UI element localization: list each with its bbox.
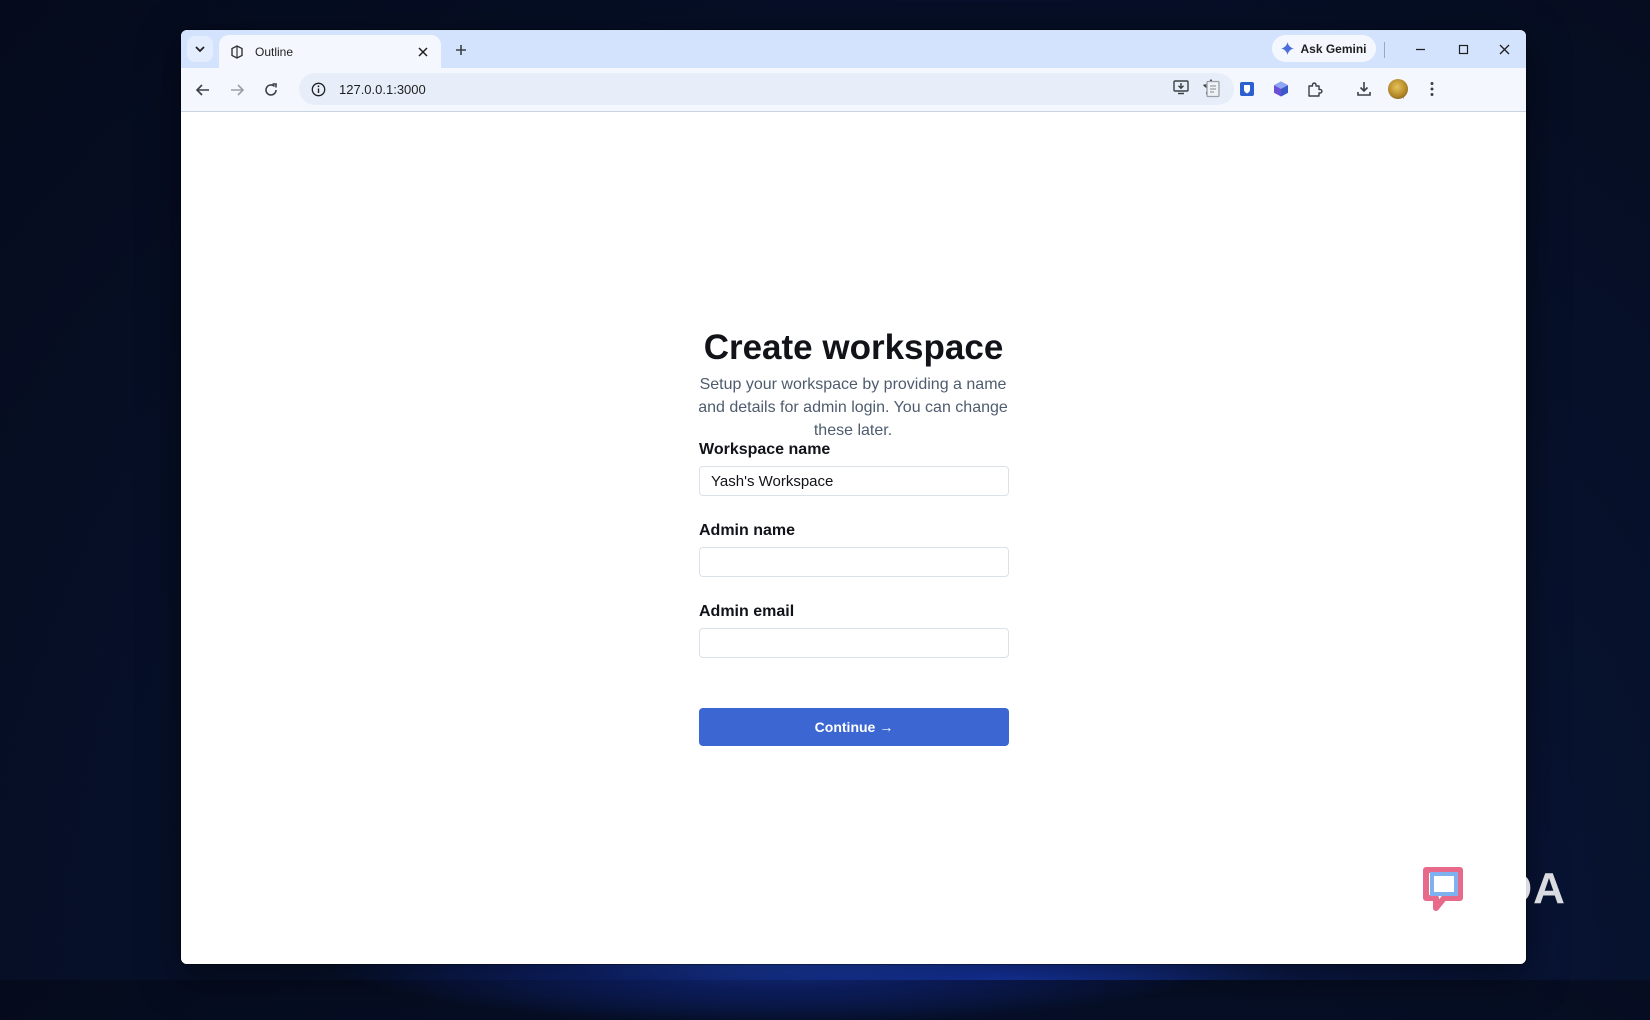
maximize-icon <box>1458 44 1468 54</box>
arrow-right-icon: → <box>879 719 894 735</box>
divider <box>1384 42 1385 58</box>
install-app-icon[interactable] <box>1172 78 1190 101</box>
admin-name-input[interactable] <box>699 547 1009 577</box>
site-info-icon[interactable] <box>309 80 327 98</box>
browser-toolbar: 127.0.0.1:3000 <box>181 68 1526 112</box>
continue-label: Continue <box>814 719 876 735</box>
page-subtitle: Setup your workspace by providing a name… <box>698 376 1008 439</box>
gemini-sparkle-icon <box>1281 42 1295 55</box>
download-icon[interactable] <box>1352 77 1376 101</box>
extension-cube-icon[interactable] <box>1269 77 1293 101</box>
reading-mode-icon[interactable] <box>1201 77 1225 101</box>
url-text: 127.0.0.1:3000 <box>339 81 426 97</box>
plus-icon <box>456 45 466 55</box>
outline-logo-icon <box>229 44 245 60</box>
more-vertical-icon <box>1430 82 1434 96</box>
xda-text: XDA <box>1470 864 1566 913</box>
ask-gemini-label: Ask Gemini <box>1300 41 1367 56</box>
back-button[interactable] <box>189 76 217 104</box>
arrow-left-icon <box>195 84 209 96</box>
arrow-right-icon <box>231 84 245 96</box>
tab-title: Outline <box>255 44 294 59</box>
admin-email-label: Admin email <box>699 603 795 620</box>
maximize-button[interactable] <box>1443 36 1483 62</box>
close-window-button[interactable] <box>1484 36 1524 62</box>
admin-email-input[interactable] <box>699 628 1009 658</box>
forward-button[interactable] <box>223 76 251 104</box>
minimize-icon <box>1415 48 1425 50</box>
browser-menu-button[interactable] <box>1420 77 1444 101</box>
extension-bitwarden-icon[interactable] <box>1235 77 1259 101</box>
extensions-puzzle-icon[interactable] <box>1303 77 1327 101</box>
admin-name-label: Admin name <box>699 522 796 539</box>
continue-button[interactable]: Continue → <box>699 708 1009 746</box>
tab-search-button[interactable] <box>187 36 213 62</box>
profile-avatar[interactable] <box>1386 77 1410 101</box>
ask-gemini-button[interactable]: Ask Gemini <box>1272 35 1376 62</box>
chevron-down-icon <box>195 46 205 53</box>
close-tab-icon[interactable] <box>413 42 433 62</box>
address-bar[interactable]: 127.0.0.1:3000 <box>299 73 1234 105</box>
minimize-button[interactable] <box>1400 36 1440 62</box>
close-icon <box>1499 44 1509 54</box>
avatar <box>1388 79 1408 99</box>
workspace-name-label: Workspace name <box>699 441 831 458</box>
xda-logo-icon <box>1423 867 1463 911</box>
page-content: Create workspace Setup your workspace by… <box>181 112 1526 964</box>
workspace-name-input[interactable] <box>699 466 1009 496</box>
tab-strip: Outline Ask Gemini <box>181 30 1526 68</box>
page-title: Create workspace <box>703 328 1004 367</box>
new-tab-button[interactable] <box>449 38 473 62</box>
tab-outline[interactable]: Outline <box>219 35 441 68</box>
reload-icon <box>265 83 277 96</box>
browser-window: Outline Ask Gemini 127.0.0.1:3000 Create… <box>181 30 1526 964</box>
reload-button[interactable] <box>257 76 285 104</box>
